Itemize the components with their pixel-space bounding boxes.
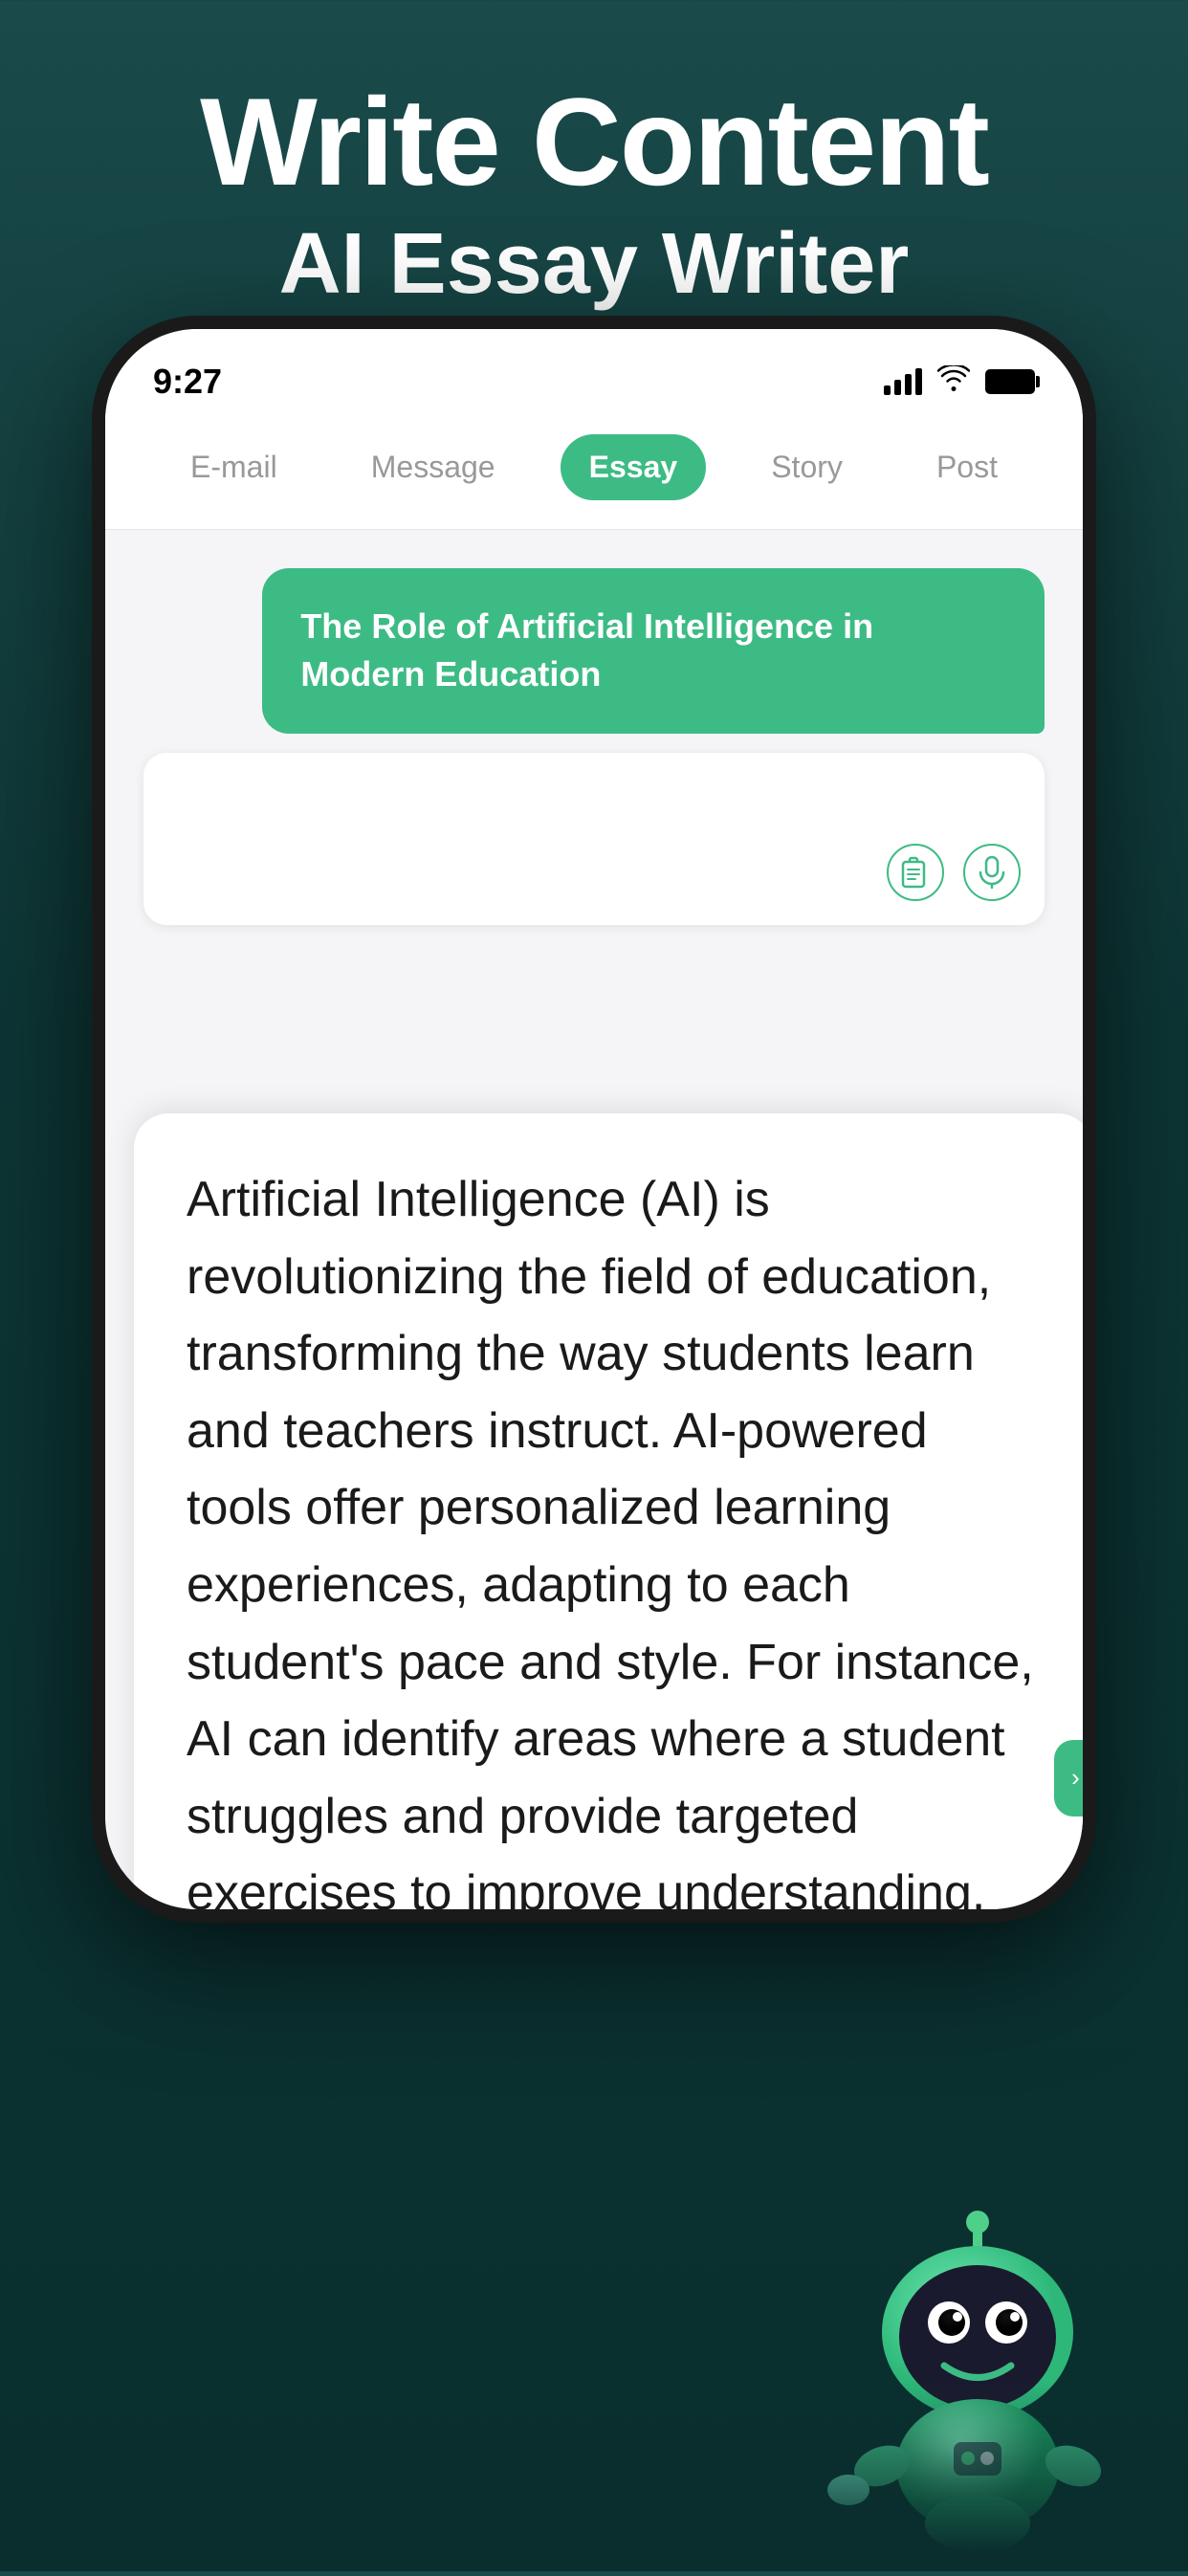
status-time: 9:27 bbox=[153, 362, 222, 402]
tab-post[interactable]: Post bbox=[908, 434, 1026, 500]
chat-area: The Role of Artificial Intelligence in M… bbox=[105, 530, 1083, 973]
phone-mockup: 9:27 bbox=[92, 316, 1096, 2133]
signal-icon bbox=[884, 368, 922, 395]
microphone-icon[interactable] bbox=[963, 844, 1021, 901]
tab-navigation: E-mail Message Essay Story Post bbox=[105, 415, 1083, 530]
scroll-arrow-icon[interactable]: › bbox=[1054, 1740, 1083, 1816]
tab-essay[interactable]: Essay bbox=[561, 434, 707, 500]
status-icons bbox=[884, 365, 1035, 399]
input-action-icons bbox=[887, 844, 1021, 901]
input-area[interactable] bbox=[143, 753, 1045, 925]
ai-response-text: Artificial Intelligence (AI) is revoluti… bbox=[187, 1161, 1040, 1909]
user-chat-bubble: The Role of Artificial Intelligence in M… bbox=[262, 568, 1045, 734]
clipboard-icon[interactable] bbox=[887, 844, 944, 901]
phone-frame: 9:27 bbox=[92, 316, 1096, 1923]
phone-screen: 9:27 bbox=[105, 329, 1083, 1909]
tab-email[interactable]: E-mail bbox=[162, 434, 306, 500]
tab-story[interactable]: Story bbox=[742, 434, 871, 500]
main-title-line1: Write Content bbox=[57, 77, 1131, 208]
ai-response-card: Artificial Intelligence (AI) is revoluti… bbox=[134, 1113, 1083, 1909]
main-title-line2: AI Essay Writer bbox=[57, 217, 1131, 312]
tab-message[interactable]: Message bbox=[342, 434, 524, 500]
battery-icon bbox=[985, 369, 1035, 394]
user-message-text: The Role of Artificial Intelligence in M… bbox=[300, 603, 1006, 699]
header-section: Write Content AI Essay Writer bbox=[0, 0, 1188, 369]
bottom-gradient-overlay bbox=[0, 2380, 1188, 2571]
status-bar: 9:27 bbox=[105, 329, 1083, 415]
wifi-icon bbox=[937, 365, 970, 399]
